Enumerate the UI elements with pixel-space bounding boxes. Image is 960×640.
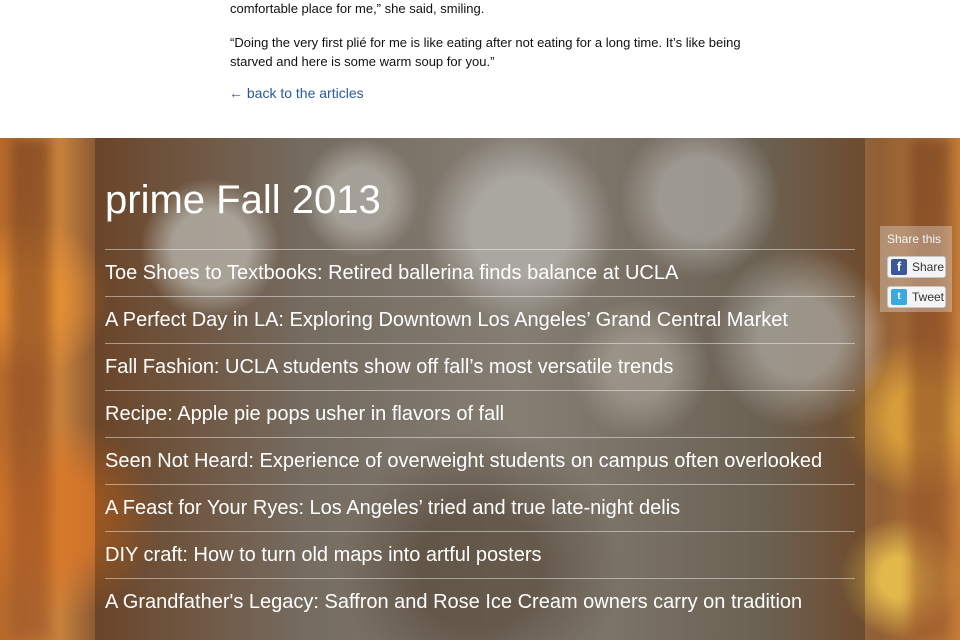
- article-link[interactable]: Fall Fashion: UCLA students show off fal…: [105, 355, 855, 380]
- list-item: Fall Fashion: UCLA students show off fal…: [105, 343, 855, 390]
- list-item: DIY craft: How to turn old maps into art…: [105, 531, 855, 578]
- article-paragraph: comfortable place for me,” she said, smi…: [230, 1, 485, 16]
- article-link[interactable]: DIY craft: How to turn old maps into art…: [105, 543, 855, 568]
- background-tree-trunk: [910, 138, 950, 640]
- list-item: A Grandfather's Legacy: Saffron and Rose…: [105, 578, 855, 625]
- article-quote: “Doing the very first plié for me is lik…: [230, 35, 741, 69]
- article-footer: comfortable place for me,” she said, smi…: [0, 0, 960, 138]
- back-to-articles-link[interactable]: ← back to the articles: [229, 84, 364, 102]
- article-link[interactable]: Seen Not Heard: Experience of overweight…: [105, 449, 855, 474]
- edition-section: prime Fall 2013 Toe Shoes to Textbooks: …: [0, 138, 960, 640]
- facebook-share-label: Share: [912, 260, 945, 274]
- article-link[interactable]: A Perfect Day in LA: Exploring Downtown …: [105, 308, 855, 333]
- facebook-share-button[interactable]: f Share: [887, 256, 946, 278]
- list-item: Recipe: Apple pie pops usher in flavors …: [105, 390, 855, 437]
- article-link[interactable]: Toe Shoes to Textbooks: Retired ballerin…: [105, 261, 855, 286]
- facebook-icon: f: [891, 259, 907, 275]
- article-link[interactable]: A Grandfather's Legacy: Saffron and Rose…: [105, 590, 855, 615]
- twitter-icon: t: [891, 289, 907, 305]
- article-list: Toe Shoes to Textbooks: Retired ballerin…: [105, 249, 855, 625]
- background-tree-trunk: [10, 138, 50, 640]
- edition-title: prime Fall 2013: [105, 178, 381, 222]
- share-label: Share this: [887, 232, 942, 246]
- list-item: Toe Shoes to Textbooks: Retired ballerin…: [105, 249, 855, 296]
- article-link[interactable]: Recipe: Apple pie pops usher in flavors …: [105, 402, 855, 427]
- article-link[interactable]: A Feast for Your Ryes: Los Angeles’ trie…: [105, 496, 855, 521]
- list-item: Seen Not Heard: Experience of overweight…: [105, 437, 855, 484]
- tweet-button[interactable]: t Tweet: [887, 286, 946, 308]
- list-item: A Feast for Your Ryes: Los Angeles’ trie…: [105, 484, 855, 531]
- tweet-label: Tweet: [912, 290, 945, 304]
- share-widget: Share this f Share t Tweet: [880, 226, 952, 312]
- list-item: A Perfect Day in LA: Exploring Downtown …: [105, 296, 855, 343]
